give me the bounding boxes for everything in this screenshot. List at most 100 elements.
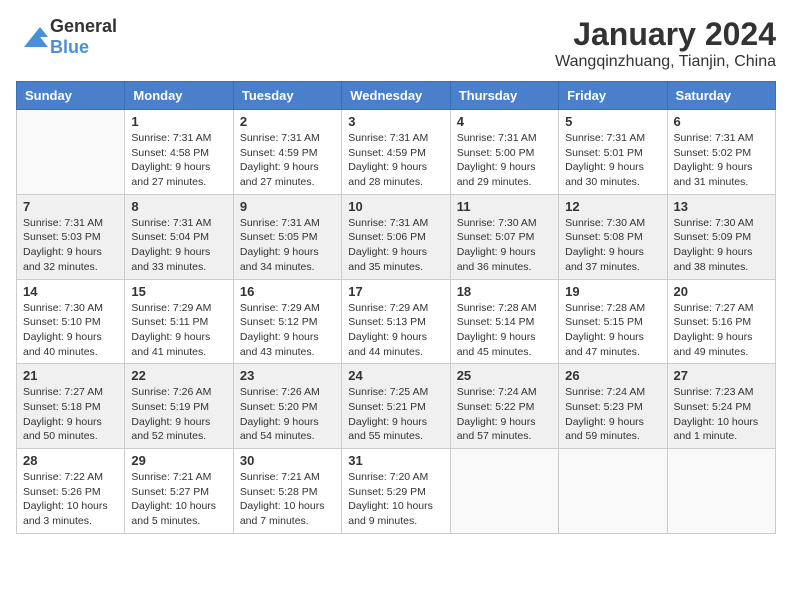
day-number: 24 <box>348 368 443 383</box>
day-info: Sunrise: 7:25 AMSunset: 5:21 PMDaylight:… <box>348 385 443 444</box>
calendar-cell: 20 Sunrise: 7:27 AMSunset: 5:16 PMDayligh… <box>667 279 775 364</box>
day-info: Sunrise: 7:30 AMSunset: 5:10 PMDaylight:… <box>23 301 118 360</box>
day-number: 26 <box>565 368 660 383</box>
calendar-cell: 17Sunrise: 7:29 AMSunset: 5:13 PMDayligh… <box>342 279 450 364</box>
weekday-header-tuesday: Tuesday <box>233 82 341 110</box>
day-number: 3 <box>348 114 443 129</box>
calendar-cell: 4 Sunrise: 7:31 AMSunset: 5:00 PMDaylight… <box>450 110 558 195</box>
week-row-4: 21 Sunrise: 7:27 AMSunset: 5:18 PMDayligh… <box>17 364 776 449</box>
day-number: 5 <box>565 114 660 129</box>
location-title: Wangqinzhuang, Tianjin, China <box>555 53 776 71</box>
day-number: 11 <box>457 199 552 214</box>
day-number: 22 <box>131 368 226 383</box>
day-info: Sunrise: 7:31 AMSunset: 5:01 PMDaylight:… <box>565 131 660 190</box>
day-info: Sunrise: 7:29 AMSunset: 5:11 PMDaylight:… <box>131 301 226 360</box>
calendar-cell: 12 Sunrise: 7:30 AMSunset: 5:08 PMDayligh… <box>559 194 667 279</box>
day-number: 17 <box>348 284 443 299</box>
day-number: 13 <box>674 199 769 214</box>
logo: General Blue <box>16 16 117 58</box>
day-number: 6 <box>674 114 769 129</box>
calendar-cell: 31 Sunrise: 7:20 AMSunset: 5:29 PMDayligh… <box>342 449 450 534</box>
calendar-cell <box>17 110 125 195</box>
day-info: Sunrise: 7:26 AMSunset: 5:20 PMDaylight:… <box>240 385 335 444</box>
day-number: 18 <box>457 284 552 299</box>
day-number: 31 <box>348 453 443 468</box>
day-number: 30 <box>240 453 335 468</box>
logo-blue: Blue <box>50 37 89 57</box>
logo-general: General <box>50 16 117 36</box>
day-number: 28 <box>23 453 118 468</box>
calendar-cell: 21 Sunrise: 7:27 AMSunset: 5:18 PMDayligh… <box>17 364 125 449</box>
day-info: Sunrise: 7:30 AMSunset: 5:08 PMDaylight:… <box>565 216 660 275</box>
day-info: Sunrise: 7:31 AMSunset: 4:58 PMDaylight:… <box>131 131 226 190</box>
calendar-cell: 16 Sunrise: 7:29 AMSunset: 5:12 PMDayligh… <box>233 279 341 364</box>
weekday-header-friday: Friday <box>559 82 667 110</box>
day-number: 8 <box>131 199 226 214</box>
weekday-header-thursday: Thursday <box>450 82 558 110</box>
day-number: 27 <box>674 368 769 383</box>
day-number: 25 <box>457 368 552 383</box>
calendar-cell: 15Sunrise: 7:29 AMSunset: 5:11 PMDayligh… <box>125 279 233 364</box>
day-info: Sunrise: 7:31 AMSunset: 5:05 PMDaylight:… <box>240 216 335 275</box>
day-info: Sunrise: 7:31 AMSunset: 5:00 PMDaylight:… <box>457 131 552 190</box>
calendar-cell: 5 Sunrise: 7:31 AMSunset: 5:01 PMDaylight… <box>559 110 667 195</box>
day-number: 20 <box>674 284 769 299</box>
calendar-cell: 14 Sunrise: 7:30 AMSunset: 5:10 PMDayligh… <box>17 279 125 364</box>
week-row-3: 14 Sunrise: 7:30 AMSunset: 5:10 PMDayligh… <box>17 279 776 364</box>
day-info: Sunrise: 7:27 AMSunset: 5:16 PMDaylight:… <box>674 301 769 360</box>
day-number: 29 <box>131 453 226 468</box>
day-info: Sunrise: 7:31 AMSunset: 4:59 PMDaylight:… <box>348 131 443 190</box>
day-info: Sunrise: 7:24 AMSunset: 5:22 PMDaylight:… <box>457 385 552 444</box>
day-info: Sunrise: 7:31 AMSunset: 5:02 PMDaylight:… <box>674 131 769 190</box>
calendar-cell: 3 Sunrise: 7:31 AMSunset: 4:59 PMDaylight… <box>342 110 450 195</box>
calendar-cell: 2Sunrise: 7:31 AMSunset: 4:59 PMDaylight… <box>233 110 341 195</box>
calendar-cell: 10Sunrise: 7:31 AMSunset: 5:06 PMDayligh… <box>342 194 450 279</box>
day-info: Sunrise: 7:28 AMSunset: 5:15 PMDaylight:… <box>565 301 660 360</box>
calendar-cell: 24 Sunrise: 7:25 AMSunset: 5:21 PMDayligh… <box>342 364 450 449</box>
title-area: January 2024 Wangqinzhuang, Tianjin, Chi… <box>555 16 776 71</box>
calendar-cell: 26 Sunrise: 7:24 AMSunset: 5:23 PMDayligh… <box>559 364 667 449</box>
month-title: January 2024 <box>555 16 776 53</box>
day-info: Sunrise: 7:27 AMSunset: 5:18 PMDaylight:… <box>23 385 118 444</box>
day-info: Sunrise: 7:29 AMSunset: 5:12 PMDaylight:… <box>240 301 335 360</box>
calendar-cell: 25 Sunrise: 7:24 AMSunset: 5:22 PMDayligh… <box>450 364 558 449</box>
weekday-header-saturday: Saturday <box>667 82 775 110</box>
calendar-cell: 1Sunrise: 7:31 AMSunset: 4:58 PMDaylight… <box>125 110 233 195</box>
logo-text: General Blue <box>50 16 117 58</box>
weekday-header-wednesday: Wednesday <box>342 82 450 110</box>
day-info: Sunrise: 7:23 AMSunset: 5:24 PMDaylight:… <box>674 385 769 444</box>
calendar-cell: 30 Sunrise: 7:21 AMSunset: 5:28 PMDayligh… <box>233 449 341 534</box>
day-info: Sunrise: 7:31 AMSunset: 5:04 PMDaylight:… <box>131 216 226 275</box>
header: General Blue January 2024 Wangqinzhuang,… <box>16 16 776 71</box>
day-info: Sunrise: 7:26 AMSunset: 5:19 PMDaylight:… <box>131 385 226 444</box>
calendar-cell: 6 Sunrise: 7:31 AMSunset: 5:02 PMDaylight… <box>667 110 775 195</box>
day-number: 14 <box>23 284 118 299</box>
calendar-cell <box>559 449 667 534</box>
day-number: 16 <box>240 284 335 299</box>
day-info: Sunrise: 7:21 AMSunset: 5:28 PMDaylight:… <box>240 470 335 529</box>
calendar-cell: 19 Sunrise: 7:28 AMSunset: 5:15 PMDayligh… <box>559 279 667 364</box>
day-number: 12 <box>565 199 660 214</box>
calendar-cell: 13 Sunrise: 7:30 AMSunset: 5:09 PMDayligh… <box>667 194 775 279</box>
weekday-header-row: SundayMondayTuesdayWednesdayThursdayFrid… <box>17 82 776 110</box>
calendar-cell: 22 Sunrise: 7:26 AMSunset: 5:19 PMDayligh… <box>125 364 233 449</box>
day-info: Sunrise: 7:24 AMSunset: 5:23 PMDaylight:… <box>565 385 660 444</box>
week-row-2: 7Sunrise: 7:31 AMSunset: 5:03 PMDaylight… <box>17 194 776 279</box>
calendar-cell: 27 Sunrise: 7:23 AMSunset: 5:24 PMDayligh… <box>667 364 775 449</box>
weekday-header-monday: Monday <box>125 82 233 110</box>
day-number: 19 <box>565 284 660 299</box>
day-info: Sunrise: 7:31 AMSunset: 4:59 PMDaylight:… <box>240 131 335 190</box>
calendar-table: SundayMondayTuesdayWednesdayThursdayFrid… <box>16 81 776 534</box>
calendar-cell: 29Sunrise: 7:21 AMSunset: 5:27 PMDayligh… <box>125 449 233 534</box>
day-info: Sunrise: 7:22 AMSunset: 5:26 PMDaylight:… <box>23 470 118 529</box>
day-number: 21 <box>23 368 118 383</box>
day-info: Sunrise: 7:30 AMSunset: 5:07 PMDaylight:… <box>457 216 552 275</box>
day-number: 4 <box>457 114 552 129</box>
calendar-cell: 11 Sunrise: 7:30 AMSunset: 5:07 PMDayligh… <box>450 194 558 279</box>
calendar-cell <box>667 449 775 534</box>
day-info: Sunrise: 7:20 AMSunset: 5:29 PMDaylight:… <box>348 470 443 529</box>
logo-icon <box>16 23 48 51</box>
week-row-5: 28 Sunrise: 7:22 AMSunset: 5:26 PMDayligh… <box>17 449 776 534</box>
calendar-cell: 28 Sunrise: 7:22 AMSunset: 5:26 PMDayligh… <box>17 449 125 534</box>
day-info: Sunrise: 7:30 AMSunset: 5:09 PMDaylight:… <box>674 216 769 275</box>
